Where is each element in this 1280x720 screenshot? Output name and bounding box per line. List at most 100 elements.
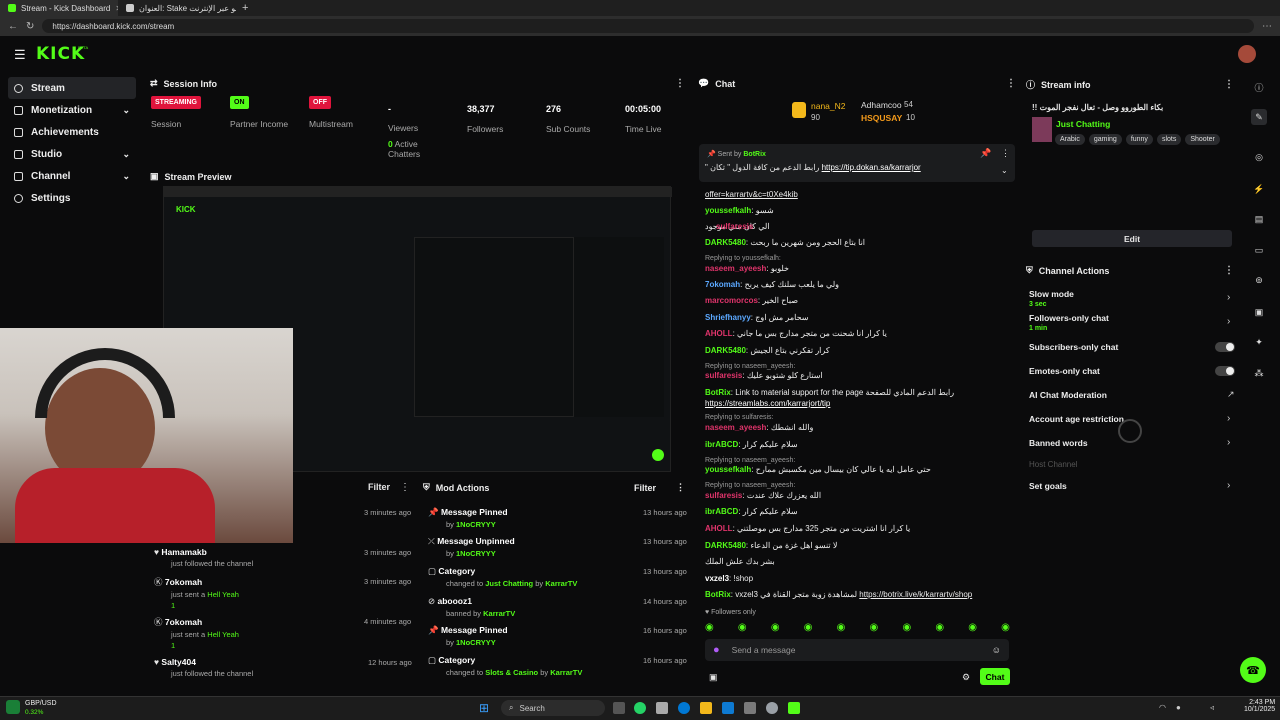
extensions-icon[interactable]: ⋯: [1262, 21, 1272, 32]
clock[interactable]: 2:43 PM 10/1/2025: [1244, 699, 1275, 713]
task-view-icon[interactable]: [613, 702, 625, 714]
activity-filter-button[interactable]: Filter: [368, 482, 390, 492]
apps-icon[interactable]: ⁂: [1251, 365, 1267, 381]
edit-stream-info-button[interactable]: Edit: [1032, 230, 1232, 247]
mod-filter-button[interactable]: Filter: [634, 483, 656, 493]
whatsapp-icon[interactable]: [634, 702, 646, 714]
chevron-right-icon[interactable]: ›: [1227, 316, 1230, 327]
menu-icon[interactable]: ☰: [14, 47, 26, 63]
slow-mode-setting[interactable]: Slow mode 3 sec: [1029, 289, 1074, 308]
sidebar-item-achievements[interactable]: Achievements: [8, 121, 136, 143]
emote-icon[interactable]: ◉: [870, 622, 879, 634]
wrench-icon[interactable]: ✦: [1251, 334, 1267, 350]
document-icon[interactable]: ▤: [1251, 211, 1267, 227]
edit-icon[interactable]: ✎: [1251, 109, 1267, 125]
windows-start-icon[interactable]: ⊞: [479, 701, 489, 715]
chat-message: AHOLL: يا كرار انا شحنت من متجر مدارج بس…: [705, 329, 887, 338]
sidebar-item-stream[interactable]: Stream: [8, 77, 136, 99]
followers-only-setting[interactable]: Followers-only chat 1 min: [1029, 313, 1109, 332]
tag[interactable]: slots: [1156, 134, 1182, 145]
sidebar-item-studio[interactable]: Studio ⌄: [8, 143, 136, 165]
emote-icon[interactable]: ◉: [837, 622, 846, 634]
send-chat-button[interactable]: Chat: [980, 668, 1010, 685]
chevron-right-icon[interactable]: ›: [1227, 480, 1230, 491]
app-icon[interactable]: [656, 702, 668, 714]
browser-tab-stake[interactable]: العنوان: Stake الكازينو عبر الإنترنت✕: [118, 0, 236, 16]
app-icon[interactable]: [744, 702, 756, 714]
pinned-link[interactable]: https://tip.dokan.sa/karrarjor: [822, 163, 921, 172]
more-options-icon[interactable]: ⋮: [400, 482, 410, 493]
microphone-icon[interactable]: ●: [713, 644, 720, 656]
avatar[interactable]: [1238, 45, 1256, 63]
emote-icon[interactable]: ◉: [804, 622, 813, 634]
chat-icon[interactable]: ▭: [1251, 242, 1267, 258]
emote-icon[interactable]: ◉: [902, 622, 911, 634]
emote-icon[interactable]: ◉: [935, 622, 944, 634]
followers-only-notice: ♥ Followers only: [705, 609, 756, 616]
emote-bar[interactable]: ◉ ◉ ◉ ◉ ◉ ◉ ◉ ◉ ◉ ◉: [705, 622, 1010, 634]
more-options-icon[interactable]: ⋮: [676, 482, 685, 493]
info-icon[interactable]: ⓘ: [1251, 79, 1267, 95]
emote-icon[interactable]: ◉: [968, 622, 977, 634]
chevron-right-icon[interactable]: ›: [1227, 437, 1230, 448]
emotes-only-toggle[interactable]: [1215, 366, 1235, 376]
chat-link[interactable]: https://streamlabs.com/karrarjort/tip: [705, 399, 830, 408]
back-icon[interactable]: ←: [8, 21, 18, 32]
chat-link[interactable]: https://botrix.live/k/karrartv/shop: [859, 590, 972, 599]
new-tab-icon[interactable]: +: [236, 2, 248, 14]
edge-icon[interactable]: [678, 702, 690, 714]
external-link-icon[interactable]: ↗: [1227, 389, 1235, 400]
tag[interactable]: gaming: [1088, 134, 1122, 145]
url-field[interactable]: https://dashboard.kick.com/stream: [42, 19, 1254, 33]
more-options-icon[interactable]: ⋮: [1224, 265, 1234, 276]
more-options-icon[interactable]: ⋮: [1001, 148, 1010, 159]
lightning-icon[interactable]: ⚡: [1251, 181, 1267, 197]
support-chat-button[interactable]: ☎: [1240, 657, 1266, 683]
browser-tab-kick[interactable]: Stream - Kick Dashboard✕: [0, 0, 118, 16]
subscribers-only-toggle[interactable]: [1215, 342, 1235, 352]
chat-message[interactable]: offer=karrartv&c=t0Xe4kib: [705, 190, 798, 199]
emote-icon[interactable]: ◉: [771, 622, 780, 634]
chat-message: marcomorcos: صباح الخير: [705, 296, 799, 305]
taskbar-search[interactable]: ⌕ Search: [501, 700, 605, 716]
sidebar-item-settings[interactable]: Settings: [8, 187, 136, 209]
volume-icon[interactable]: ◃: [1210, 703, 1214, 712]
reload-icon[interactable]: ↻: [26, 21, 34, 32]
emoji-icon[interactable]: ☺: [992, 645, 1001, 655]
microphone-icon[interactable]: ●: [1176, 703, 1181, 712]
ai-moderation-setting[interactable]: AI Chat Moderation: [1029, 390, 1107, 400]
chevron-down-icon[interactable]: ⌄: [1001, 166, 1008, 175]
emote-icon[interactable]: ◉: [705, 622, 714, 634]
chevron-right-icon[interactable]: ›: [1227, 413, 1230, 424]
banned-words-setting[interactable]: Banned words: [1029, 438, 1088, 448]
tag[interactable]: Arabic: [1055, 134, 1085, 145]
kick-app-icon[interactable]: [788, 702, 800, 714]
sidebar-item-channel[interactable]: Channel ⌄: [8, 165, 136, 187]
tag[interactable]: Shooter: [1185, 134, 1220, 145]
emote-icon[interactable]: ◉: [1001, 622, 1010, 634]
file-explorer-icon[interactable]: [700, 702, 712, 714]
chevron-right-icon[interactable]: ›: [1227, 292, 1230, 303]
category-name[interactable]: Just Chatting: [1056, 119, 1110, 129]
account-age-setting[interactable]: Account age restriction: [1029, 414, 1124, 424]
gear-icon[interactable]: ⚙: [962, 672, 970, 683]
set-goals-setting[interactable]: Set goals: [1029, 481, 1067, 491]
gift-icon[interactable]: ▣: [709, 672, 718, 683]
store-icon[interactable]: [722, 702, 734, 714]
more-options-icon[interactable]: ⋮: [1224, 79, 1234, 90]
unpin-icon[interactable]: 📌: [980, 148, 991, 159]
stocks-widget-icon[interactable]: [6, 700, 20, 714]
emote-icon[interactable]: ◉: [738, 622, 747, 634]
more-options-icon[interactable]: ⋮: [1006, 78, 1016, 89]
camera-icon[interactable]: ◎: [1251, 149, 1267, 165]
more-options-icon[interactable]: ⋮: [675, 78, 685, 89]
card-icon[interactable]: ▣: [1251, 304, 1267, 320]
trophy-icon: [14, 127, 23, 137]
broadcast-icon[interactable]: ⊚: [1251, 272, 1267, 288]
settings-app-icon[interactable]: [766, 702, 778, 714]
wifi-icon[interactable]: ◠: [1159, 703, 1166, 712]
chat-input[interactable]: ● Send a message ☺: [705, 639, 1009, 661]
tag[interactable]: funny: [1125, 134, 1153, 145]
dollar-icon: [14, 105, 23, 115]
sidebar-item-monetization[interactable]: Monetization ⌄: [8, 99, 136, 121]
